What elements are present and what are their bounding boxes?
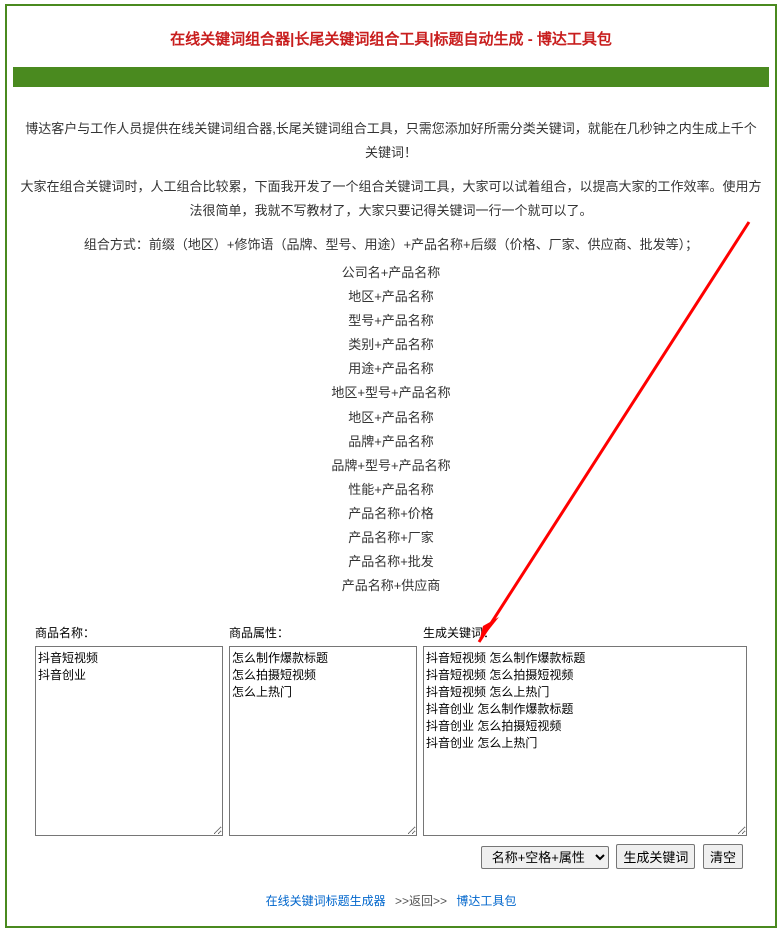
method-item: 产品名称+价格 — [19, 502, 763, 526]
method-list: 公司名+产品名称 地区+产品名称 型号+产品名称 类别+产品名称 用途+产品名称… — [19, 261, 763, 598]
label-product-name: 商品名称： — [35, 622, 223, 644]
clear-button[interactable]: 清空 — [703, 844, 743, 869]
footer-link-generator[interactable]: 在线关键词标题生成器 — [266, 894, 386, 908]
method-item: 公司名+产品名称 — [19, 261, 763, 285]
method-item: 产品名称+厂家 — [19, 526, 763, 550]
footer: 在线关键词标题生成器 >>返回>> 博达工具包 — [19, 882, 763, 926]
method-header: 组合方式：前缀（地区）+修饰语（品牌、型号、用途）+产品名称+后缀（价格、厂家、… — [19, 233, 763, 257]
product-name-input[interactable] — [35, 646, 223, 836]
page-title: 在线关键词组合器|长尾关键词组合工具|标题自动生成 - 博达工具包 — [7, 6, 775, 67]
generate-button[interactable]: 生成关键词 — [616, 844, 695, 869]
method-item: 品牌+型号+产品名称 — [19, 454, 763, 478]
intro-text-2: 大家在组合关键词时，人工组合比较累，下面我开发了一个组合关键词工具，大家可以试着… — [19, 175, 763, 223]
method-item: 地区+型号+产品名称 — [19, 381, 763, 405]
method-item: 型号+产品名称 — [19, 309, 763, 333]
product-attr-input[interactable] — [229, 646, 417, 836]
intro-text-1: 博达客户与工作人员提供在线关键词组合器,长尾关键词组合工具，只需您添加好所需分类… — [19, 117, 763, 165]
method-item: 产品名称+供应商 — [19, 574, 763, 598]
combine-mode-select[interactable]: 名称+空格+属性 — [481, 846, 609, 869]
divider-bar — [13, 67, 769, 87]
method-item: 性能+产品名称 — [19, 478, 763, 502]
footer-link-toolkit[interactable]: 博达工具包 — [456, 894, 516, 908]
label-result: 生成关键词： — [423, 622, 747, 644]
footer-separator: >>返回>> — [395, 894, 447, 908]
method-item: 产品名称+批发 — [19, 550, 763, 574]
result-output[interactable] — [423, 646, 747, 836]
method-item: 用途+产品名称 — [19, 357, 763, 381]
method-item: 类别+产品名称 — [19, 333, 763, 357]
label-product-attr: 商品属性： — [229, 622, 417, 644]
method-item: 品牌+产品名称 — [19, 430, 763, 454]
method-item: 地区+产品名称 — [19, 406, 763, 430]
method-item: 地区+产品名称 — [19, 285, 763, 309]
